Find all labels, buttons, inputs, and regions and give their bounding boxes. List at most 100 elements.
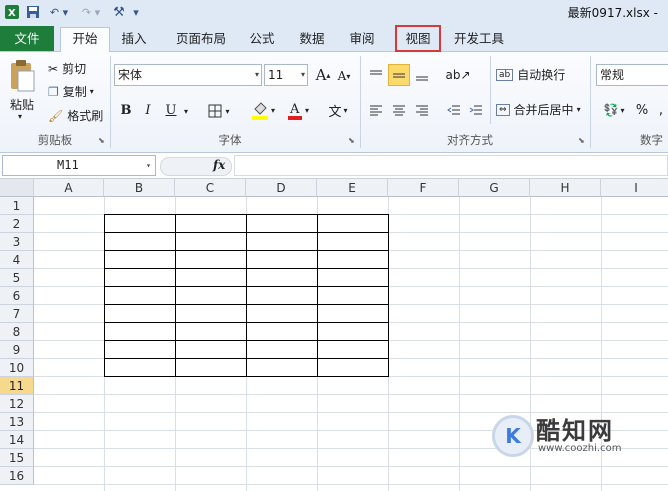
row-header-12[interactable]: 12 [0, 395, 34, 413]
table-cell[interactable] [317, 286, 389, 305]
table-cell[interactable] [104, 358, 176, 377]
table-cell[interactable] [246, 268, 318, 287]
font-name-box[interactable]: 宋体 ▾ [114, 64, 262, 86]
bold-button[interactable]: B [118, 100, 134, 120]
column-header-a[interactable]: A [34, 179, 104, 197]
increase-indent-button[interactable] [466, 100, 486, 120]
row-header-4[interactable]: 4 [0, 251, 34, 269]
table-cell[interactable] [175, 250, 247, 269]
row-header-3[interactable]: 3 [0, 233, 34, 251]
align-top-button[interactable] [366, 65, 386, 85]
font-size-box[interactable]: 11 ▾ [264, 64, 308, 86]
fill-color-button[interactable]: ▾ [246, 99, 280, 121]
table-cell[interactable] [317, 304, 389, 323]
tab-insert[interactable]: 插入 [112, 28, 156, 50]
font-name-dropdown-icon[interactable]: ▾ [255, 65, 259, 85]
tab-formulas[interactable]: 公式 [242, 28, 282, 50]
format-painter-button[interactable]: 🖌 格式刷 [48, 107, 103, 124]
table-cell[interactable] [104, 322, 176, 341]
row-header-2[interactable]: 2 [0, 215, 34, 233]
column-header-e[interactable]: E [317, 179, 388, 197]
paste-button[interactable]: 粘贴 [10, 96, 34, 113]
table-cell[interactable] [317, 340, 389, 359]
wrap-text-button[interactable]: ab 自动换行 [496, 66, 565, 83]
orientation-button[interactable]: ab↗ [444, 65, 472, 85]
row-header-14[interactable]: 14 [0, 431, 34, 449]
accounting-format-button[interactable]: 💱 ▾ [598, 100, 630, 120]
tab-home[interactable]: 开始 [60, 27, 110, 53]
formula-input[interactable] [234, 155, 668, 176]
row-header-8[interactable]: 8 [0, 323, 34, 341]
tab-review[interactable]: 审阅 [342, 28, 382, 50]
table-cell[interactable] [246, 232, 318, 251]
column-header-d[interactable]: D [246, 179, 317, 197]
alignment-launcher-icon[interactable]: ⬊ [578, 136, 585, 145]
table-cell[interactable] [104, 304, 176, 323]
table-cell[interactable] [246, 304, 318, 323]
table-cell[interactable] [246, 250, 318, 269]
row-header-10[interactable]: 10 [0, 359, 34, 377]
name-box[interactable]: M11 ▾ [2, 155, 156, 176]
table-cell[interactable] [104, 232, 176, 251]
font-size-dropdown-icon[interactable]: ▾ [301, 65, 305, 85]
table-cell[interactable] [175, 214, 247, 233]
table-cell[interactable] [175, 232, 247, 251]
tab-data[interactable]: 数据 [292, 28, 332, 50]
row-header-11[interactable]: 11 [0, 377, 34, 395]
underline-button[interactable]: U [163, 100, 179, 120]
table-cell[interactable] [104, 214, 176, 233]
excel-logo-icon[interactable]: X [4, 4, 20, 20]
cut-button[interactable]: ✂ 剪切 [48, 60, 86, 77]
table-cell[interactable] [175, 322, 247, 341]
tab-file[interactable]: 文件 [0, 26, 54, 51]
merge-dropdown-icon[interactable]: ▾ [577, 105, 581, 114]
row-header-1[interactable]: 1 [0, 197, 34, 215]
table-cell[interactable] [175, 340, 247, 359]
percent-button[interactable]: % [634, 100, 650, 120]
number-format-box[interactable]: 常规 [596, 64, 668, 86]
redo-icon[interactable]: ↷ ▾ [78, 4, 104, 20]
table-cell[interactable] [104, 340, 176, 359]
table-cell[interactable] [175, 268, 247, 287]
table-cell[interactable] [104, 250, 176, 269]
undo-icon[interactable]: ↶ ▾ [46, 4, 72, 20]
column-header-h[interactable]: H [530, 179, 601, 197]
row-header-6[interactable]: 6 [0, 287, 34, 305]
column-header-c[interactable]: C [175, 179, 246, 197]
table-cell[interactable] [317, 358, 389, 377]
customize-quick-access-icon[interactable]: ▾ [130, 4, 142, 20]
column-header-f[interactable]: F [388, 179, 459, 197]
tab-view[interactable]: 视图 [395, 25, 441, 52]
row-header-15[interactable]: 15 [0, 449, 34, 467]
decrease-indent-button[interactable] [444, 100, 464, 120]
borders-button[interactable]: ▾ [204, 101, 234, 121]
copy-button[interactable]: ❐ 复制 ▾ [48, 83, 94, 100]
font-color-button[interactable]: A ▾ [283, 99, 313, 121]
font-launcher-icon[interactable]: ⬊ [348, 136, 355, 145]
table-cell[interactable] [317, 250, 389, 269]
insert-function-button[interactable]: fx [213, 158, 225, 172]
name-box-dropdown-icon[interactable]: ▾ [146, 156, 151, 175]
clipboard-launcher-icon[interactable]: ⬊ [98, 136, 105, 145]
table-cell[interactable] [246, 322, 318, 341]
paste-dropdown-icon[interactable]: ▾ [18, 112, 22, 121]
row-header-5[interactable]: 5 [0, 269, 34, 287]
align-right-button[interactable] [412, 100, 432, 120]
phonetic-button[interactable]: 文 ▾ [323, 99, 353, 121]
row-header-9[interactable]: 9 [0, 341, 34, 359]
copy-dropdown-icon[interactable]: ▾ [90, 87, 94, 96]
table-cell[interactable] [104, 286, 176, 305]
table-cell[interactable] [317, 268, 389, 287]
save-icon[interactable] [26, 4, 40, 20]
underline-dropdown-icon[interactable]: ▾ [181, 102, 191, 120]
align-bottom-button[interactable] [412, 65, 432, 85]
comma-style-button[interactable]: , [654, 100, 668, 120]
row-header-7[interactable]: 7 [0, 305, 34, 323]
italic-button[interactable]: I [140, 100, 156, 120]
table-cell[interactable] [317, 322, 389, 341]
table-cell[interactable] [104, 268, 176, 287]
table-cell[interactable] [317, 232, 389, 251]
column-header-i[interactable]: I [601, 179, 668, 197]
column-header-b[interactable]: B [104, 179, 175, 197]
column-header-g[interactable]: G [459, 179, 530, 197]
